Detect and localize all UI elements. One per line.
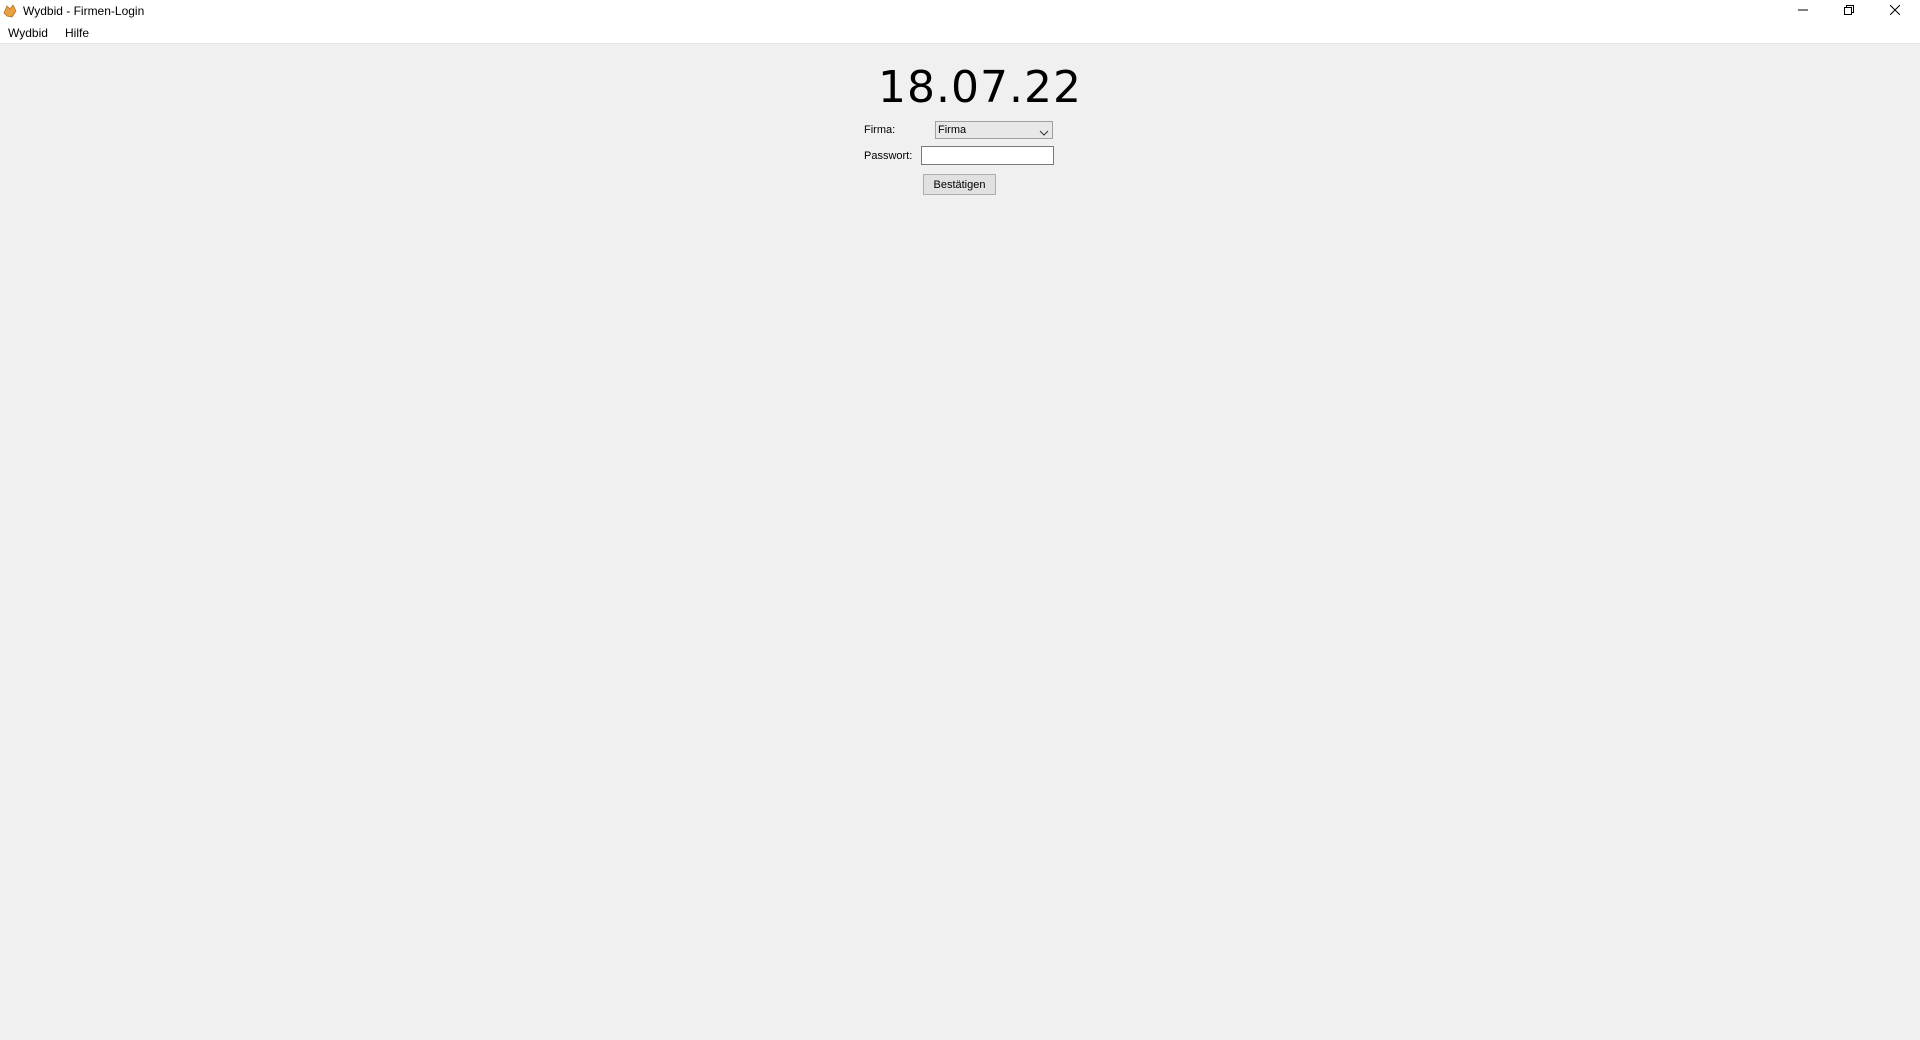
minimize-button[interactable] — [1780, 0, 1826, 22]
company-label: Firma: — [864, 124, 896, 136]
window-title: Wydbid - Firmen-Login — [23, 4, 145, 18]
menu-wydbid[interactable]: Wydbid — [8, 26, 48, 40]
login-panel: 18.07.22 Firma: Firma Passwort: Bestätig… — [0, 44, 1920, 1040]
password-label: Passwort: — [864, 150, 913, 162]
menu-bar: Wydbid Hilfe — [0, 22, 1920, 44]
chevron-down-icon — [1039, 126, 1049, 136]
restore-icon — [1844, 4, 1854, 18]
company-select-value: Firma — [938, 124, 967, 136]
minimize-icon — [1798, 4, 1808, 18]
date-display: 18.07.22 — [878, 62, 1082, 113]
restore-button[interactable] — [1826, 0, 1872, 22]
title-bar: Wydbid - Firmen-Login — [0, 0, 1920, 22]
password-input[interactable] — [921, 146, 1054, 165]
app-window: Wydbid - Firmen-Login Wydbid Hilfe 18.07… — [0, 0, 1920, 1040]
app-logo-icon — [2, 3, 18, 19]
confirm-button[interactable]: Bestätigen — [923, 174, 996, 195]
menu-hilfe[interactable]: Hilfe — [65, 26, 89, 40]
close-button[interactable] — [1872, 0, 1918, 22]
close-icon — [1889, 4, 1901, 18]
company-select[interactable]: Firma — [935, 121, 1053, 139]
